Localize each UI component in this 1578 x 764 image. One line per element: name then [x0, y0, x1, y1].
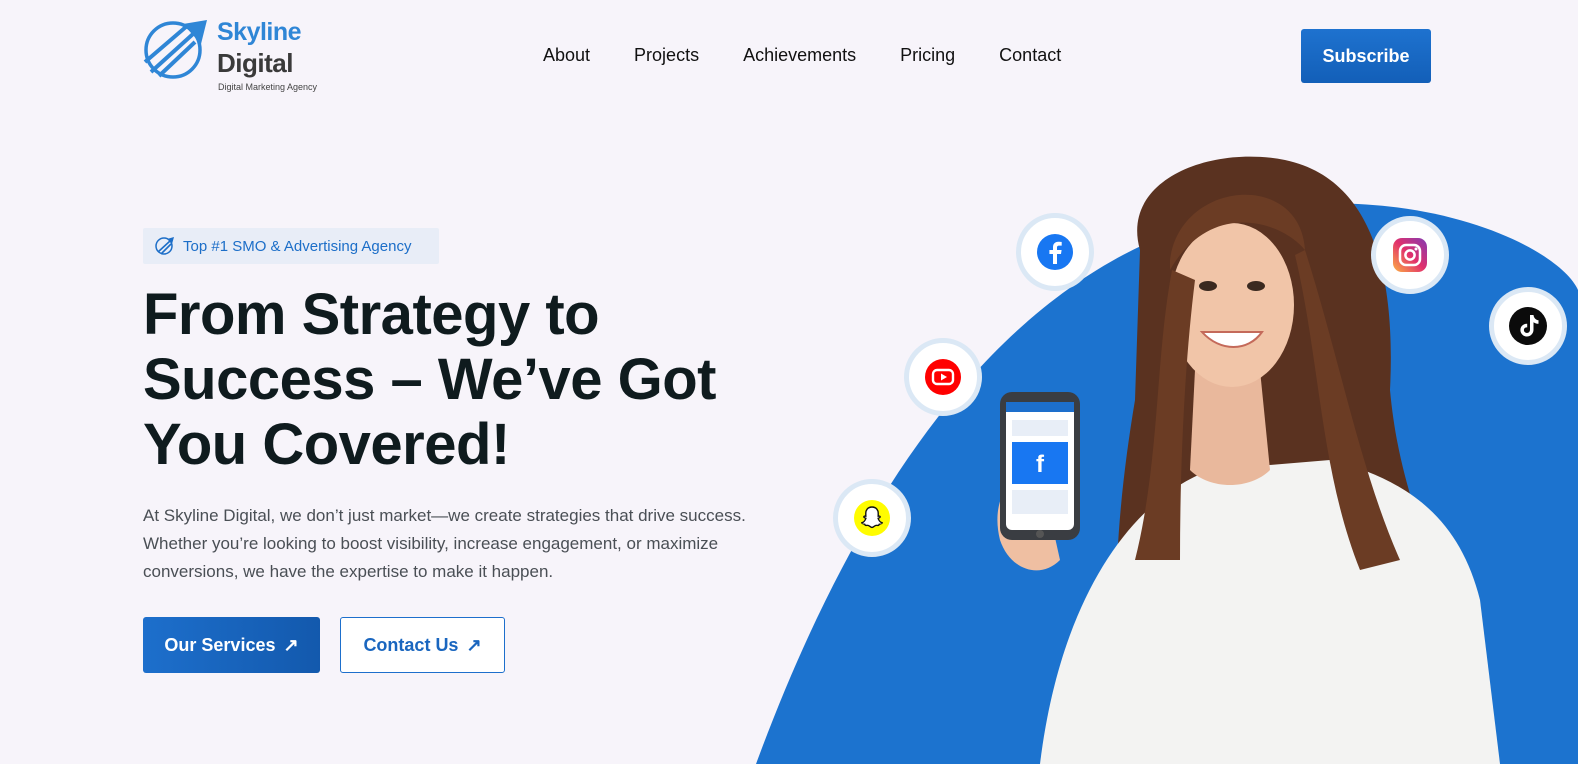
arrow-up-right-icon: ↗: [466, 635, 482, 655]
nav-contact[interactable]: Contact: [999, 45, 1061, 66]
our-services-button[interactable]: Our Services ↗: [143, 617, 320, 673]
nav-projects[interactable]: Projects: [634, 45, 699, 66]
instagram-bubble[interactable]: [1371, 216, 1449, 294]
rocket-badge-icon: [155, 237, 174, 255]
hero-badge: Top #1 SMO & Advertising Agency: [143, 228, 439, 264]
brand-logo[interactable]: Skyline Digital Digital Marketing Agency: [143, 16, 318, 94]
hero-illustration: f: [756, 156, 1578, 764]
nav-about[interactable]: About: [543, 45, 590, 66]
contact-us-label: Contact Us: [363, 634, 459, 655]
smartphone-shape: f: [1000, 392, 1080, 540]
tiktok-icon: [1509, 307, 1547, 345]
tiktok-bubble[interactable]: [1489, 287, 1567, 365]
facebook-icon: [1037, 234, 1073, 270]
arrow-up-right-icon: ↗: [283, 635, 299, 655]
youtube-icon: [925, 359, 961, 395]
logo-name-line2: Digital: [217, 48, 293, 78]
nav-pricing[interactable]: Pricing: [900, 45, 955, 66]
hero-lead: At Skyline Digital, we don’t just market…: [143, 506, 746, 581]
contact-us-button[interactable]: Contact Us ↗: [340, 617, 505, 673]
logo-tagline: Digital Marketing Agency: [218, 82, 318, 92]
logo-name-line1: Skyline: [217, 18, 302, 46]
svg-text:f: f: [1036, 451, 1045, 478]
rocket-logo-icon: [143, 20, 207, 79]
nav-achievements[interactable]: Achievements: [743, 45, 856, 66]
hero-badge-text: Top #1 SMO & Advertising Agency: [183, 237, 412, 255]
hero-visual: f: [740, 140, 1578, 764]
neck-shape: [1190, 370, 1270, 485]
youtube-bubble[interactable]: [904, 338, 982, 416]
hero-headline: From Strategy to Success – We’ve Got You…: [143, 282, 716, 477]
snapchat-icon: [854, 500, 890, 536]
facebook-bubble[interactable]: [1016, 213, 1094, 291]
instagram-icon: [1393, 238, 1427, 272]
subscribe-button[interactable]: Subscribe: [1301, 29, 1431, 83]
snapchat-bubble[interactable]: [833, 479, 911, 557]
our-services-label: Our Services: [164, 634, 276, 655]
main-nav: About Projects Achievements Pricing Cont…: [543, 45, 1061, 66]
